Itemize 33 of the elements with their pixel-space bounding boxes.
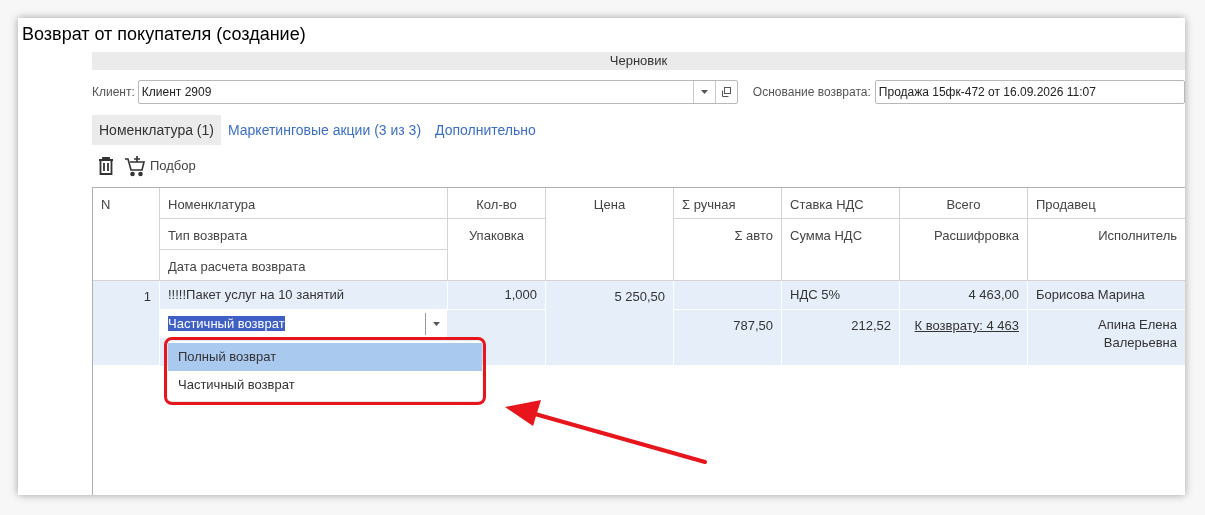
column-header: Σ ручная bbox=[674, 188, 782, 219]
column-header: Тип возврата bbox=[160, 219, 448, 250]
cart-add-icon bbox=[124, 155, 146, 177]
client-field[interactable]: Клиент 2909 bbox=[137, 80, 738, 104]
tab[interactable]: Номенклатура (1) bbox=[92, 115, 221, 145]
column-header: Номенклатура bbox=[160, 188, 448, 219]
tab[interactable]: Дополнительно bbox=[428, 115, 543, 145]
delete-icon[interactable] bbox=[98, 157, 114, 175]
column-header: Ставка НДС bbox=[782, 188, 900, 219]
table-cell: 212,52 bbox=[782, 310, 900, 366]
column-header: Продавец bbox=[1028, 188, 1185, 219]
row-number: 1 bbox=[93, 281, 160, 366]
window-title: Возврат от покупателя (создание) bbox=[22, 24, 306, 44]
table-cell: !!!!!Пакет услуг на 10 занятий bbox=[160, 281, 448, 310]
breakdown-link[interactable]: К возврату: 4 463 bbox=[914, 316, 1019, 336]
field-label: Клиент: bbox=[92, 84, 135, 101]
basis-field[interactable]: Продажа 15фк-472 от 16.09.2026 11:07 bbox=[874, 80, 1185, 104]
return-type-dropdown[interactable]: Частичный возврат bbox=[160, 310, 448, 338]
column-header: Всего bbox=[900, 188, 1028, 219]
table-cell: 4 463,00 bbox=[900, 281, 1028, 310]
table-cell: 1,000 bbox=[448, 281, 546, 310]
table-cell: НДС 5% bbox=[782, 281, 900, 310]
dropdown-option[interactable]: Полный возврат bbox=[168, 343, 482, 371]
table-cell: 787,50 bbox=[674, 310, 782, 366]
table-cell: Апина Елена Валерьевна bbox=[1028, 310, 1185, 366]
field-label: Основание возврата: bbox=[752, 84, 871, 101]
status-text: Черновик bbox=[609, 52, 668, 71]
tab[interactable]: Маркетинговые акции (3 из 3) bbox=[220, 115, 429, 145]
column-header: Кол-во bbox=[448, 188, 546, 219]
dropdown-option[interactable]: Частичный возврат bbox=[168, 371, 482, 399]
table-cell: 5 250,50 bbox=[546, 281, 674, 366]
pick-button[interactable]: Подбор bbox=[124, 155, 196, 177]
table-cell: Борисова Марина bbox=[1028, 281, 1185, 310]
